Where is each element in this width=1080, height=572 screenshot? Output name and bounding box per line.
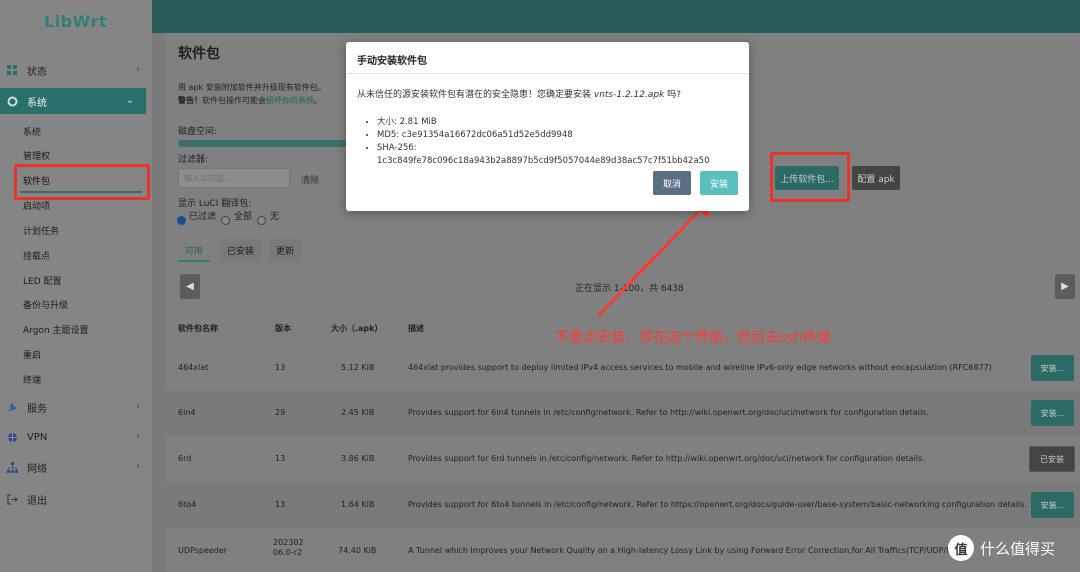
warning-suffix: 吗?	[664, 90, 681, 100]
highlight-software-nav	[14, 164, 150, 200]
install-dialog: 手动安装软件包 从未信任的源安装软件包有潜在的安全隐患！您确定要安装 vnts-…	[346, 42, 749, 211]
watermark-text: 什么值得买	[980, 539, 1056, 558]
annotation-text: 不要点安装，停在这个界面，然后去ssh终端	[555, 330, 831, 346]
watermark: 值 什么值得买	[948, 535, 1055, 561]
highlight-upload-button	[770, 152, 850, 202]
dialog-warning: 从未信任的源安装软件包有潜在的安全隐患！您确定要安装 vnts-1.2.12.a…	[357, 87, 681, 100]
cancel-button[interactable]: 取消	[653, 171, 691, 195]
sha-value: 1c3c849fe78c096c18a943b2a8897b5cd9f50570…	[377, 156, 710, 166]
package-md5-line: MD5: c3e91354a16672dc06a51d52e5dd9948	[377, 129, 710, 142]
package-details: 大小: 2.81 MiB MD5: c3e91354a16672dc06a51d…	[365, 116, 710, 168]
watermark-logo: 值	[948, 535, 974, 561]
dialog-title: 手动安装软件包	[346, 42, 749, 74]
package-sha-line: SHA-256: 1c3c849fe78c096c18a943b2a8897b5…	[377, 142, 710, 168]
package-size-line: 大小: 2.81 MiB	[377, 116, 710, 129]
sha-label: SHA-256:	[377, 143, 417, 153]
install-confirm-button[interactable]: 安装	[700, 171, 738, 195]
package-filename: vnts-1.2.12.apk	[593, 90, 665, 100]
warning-prefix: 从未信任的源安装软件包有潜在的安全隐患！您确定要安装	[357, 90, 594, 100]
